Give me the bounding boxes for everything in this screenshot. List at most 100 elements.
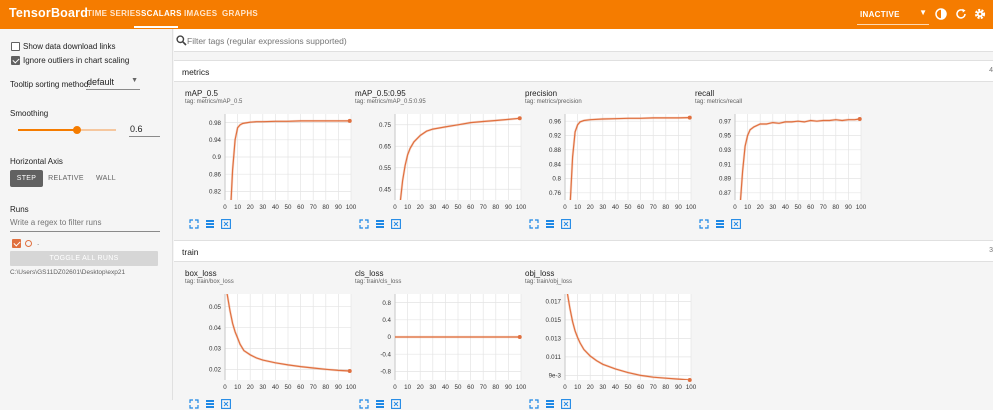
tab-time-series[interactable]: TIME SERIES [87,9,141,18]
data-list-icon[interactable] [545,399,555,409]
x-tick-label: 60 [637,384,644,391]
active-tab-indicator [134,26,178,28]
y-tick-label: 0.87 [719,190,732,197]
smoothing-slider-fill [18,129,77,131]
smoothing-slider-thumb[interactable] [73,126,81,134]
fullscreen-icon[interactable] [359,399,369,409]
x-tick-label: 90 [675,384,682,391]
chart-plot[interactable]: 0 10 20 30 40 50 60 70 80 90 1000.750.650.550.45 [355,89,531,214]
fit-domain-icon[interactable] [561,399,571,409]
tooltip-sorting-value: default [87,77,115,87]
x-tick-label: 20 [587,204,594,211]
x-tick-label: 20 [417,384,424,391]
axis-relative-button[interactable]: RELATIVE [46,170,86,187]
fullscreen-icon[interactable] [359,219,369,229]
x-tick-label: 80 [322,204,329,211]
fit-domain-icon[interactable] [391,219,401,229]
y-tick-label: 0.017 [546,299,562,306]
x-tick-label: 20 [587,384,594,391]
chart-toolbar [359,219,419,230]
y-tick-label: 9e-3 [549,373,562,380]
tag-filter-input[interactable]: Filter tags (regular expressions support… [187,36,347,46]
fit-domain-icon[interactable] [731,219,741,229]
fit-domain-icon[interactable] [391,399,401,409]
refresh-icon[interactable] [954,7,968,21]
main-panel: Filter tags (regular expressions support… [174,29,993,409]
run-checkbox[interactable] [12,239,21,248]
chart-plot[interactable]: 0 10 20 30 40 50 60 70 80 90 100 0.017 0.015 0.013 0.0… [525,269,701,394]
x-tick-label: 50 [285,204,292,211]
chart-plot[interactable]: 0 10 20 30 40 50 60 70 80 90 1000.050.040.030.02 [185,269,361,394]
chart-toolbar [359,399,419,410]
settings-icon[interactable] [973,7,987,21]
data-list-icon[interactable] [375,399,385,409]
fullscreen-icon[interactable] [529,219,539,229]
x-tick-label: 0 [223,384,227,391]
fit-domain-icon[interactable] [221,219,231,229]
runs-filter-input[interactable]: Write a regex to filter runs [10,218,160,232]
smoothing-heading: Smoothing [10,109,49,118]
toggle-all-runs-button[interactable]: TOGGLE ALL RUNS [10,251,158,266]
x-tick-label: 40 [782,204,789,211]
fit-domain-icon[interactable] [221,399,231,409]
x-tick-label: 0 [393,384,397,391]
x-tick-label: 60 [297,204,304,211]
x-tick-label: 90 [505,384,512,391]
data-list-icon[interactable] [375,219,385,229]
data-list-icon[interactable] [205,219,215,229]
data-list-icon[interactable] [545,219,555,229]
chart-plot[interactable]: 0 10 20 30 40 50 60 70 80 90 1000.960.920.880.840.… [525,89,701,214]
x-tick-label: 100 [686,384,697,391]
chart-toolbar [529,399,589,410]
tab-graphs[interactable]: GRAPHS [222,9,258,18]
x-tick-label: 80 [322,384,329,391]
y-tick-label: 0.03 [209,346,222,353]
x-tick-label: 50 [455,384,462,391]
x-tick-label: 90 [335,384,342,391]
tab-scalars[interactable]: SCALARS [141,9,182,18]
axis-step-button[interactable]: STEP [10,170,43,187]
x-tick-label: 60 [807,204,814,211]
fullscreen-icon[interactable] [699,219,709,229]
show-download-checkbox[interactable] [11,42,20,51]
chart-plot[interactable]: 0 10 20 30 40 50 60 70 80 90 100 0.97 0.95 0.93 0.91 0.… [695,89,871,214]
axis-wall-button[interactable]: WALL [90,170,122,187]
y-tick-label: 0.55 [379,165,392,172]
x-tick-label: 60 [297,384,304,391]
x-tick-label: 30 [429,384,436,391]
x-tick-label: 70 [480,204,487,211]
chevron-down-icon: ▼ [919,8,927,17]
plugin-select[interactable]: INACTIVE ▼ [857,6,929,25]
fullscreen-icon[interactable] [529,399,539,409]
y-tick-label: 0.76 [549,190,562,197]
group-header-metrics[interactable]: metrics 4 [174,60,993,82]
tooltip-sorting-select[interactable]: default ▼ [86,76,140,90]
y-tick-label: 0.88 [549,147,562,154]
contrast-icon[interactable] [934,7,948,21]
chart-plot[interactable]: 0 10 20 30 40 50 60 70 80 90 1000.80.40-0.4-0.8 [355,269,531,394]
fit-domain-icon[interactable] [561,219,571,229]
runs-heading: Runs [10,205,29,214]
ignore-outliers-checkbox[interactable] [11,56,20,65]
y-tick-label: 0.82 [209,189,222,196]
tab-images[interactable]: IMAGES [184,9,217,18]
x-tick-label: 10 [574,204,581,211]
x-tick-label: 50 [455,204,462,211]
fullscreen-icon[interactable] [189,399,199,409]
data-list-icon[interactable] [715,219,725,229]
horizontal-axis-heading: Horizontal Axis [10,157,63,166]
x-tick-label: 90 [335,204,342,211]
chart-plot[interactable]: 0 10 20 30 40 50 60 70 80 90 1000.980.940.90.860.8… [185,89,361,214]
x-tick-label: 50 [625,384,632,391]
plugin-select-value: INACTIVE [860,10,900,19]
search-icon [176,35,187,46]
run-color-icon[interactable] [25,240,32,247]
x-tick-label: 30 [769,204,776,211]
fullscreen-icon[interactable] [189,219,199,229]
series-end-point [687,115,692,120]
tag-filter-bar[interactable]: Filter tags (regular expressions support… [174,29,993,52]
group-header-train[interactable]: train 3 [174,240,993,262]
smoothing-input[interactable]: 0.6 [129,124,160,137]
x-tick-label: 20 [247,204,254,211]
data-list-icon[interactable] [205,399,215,409]
